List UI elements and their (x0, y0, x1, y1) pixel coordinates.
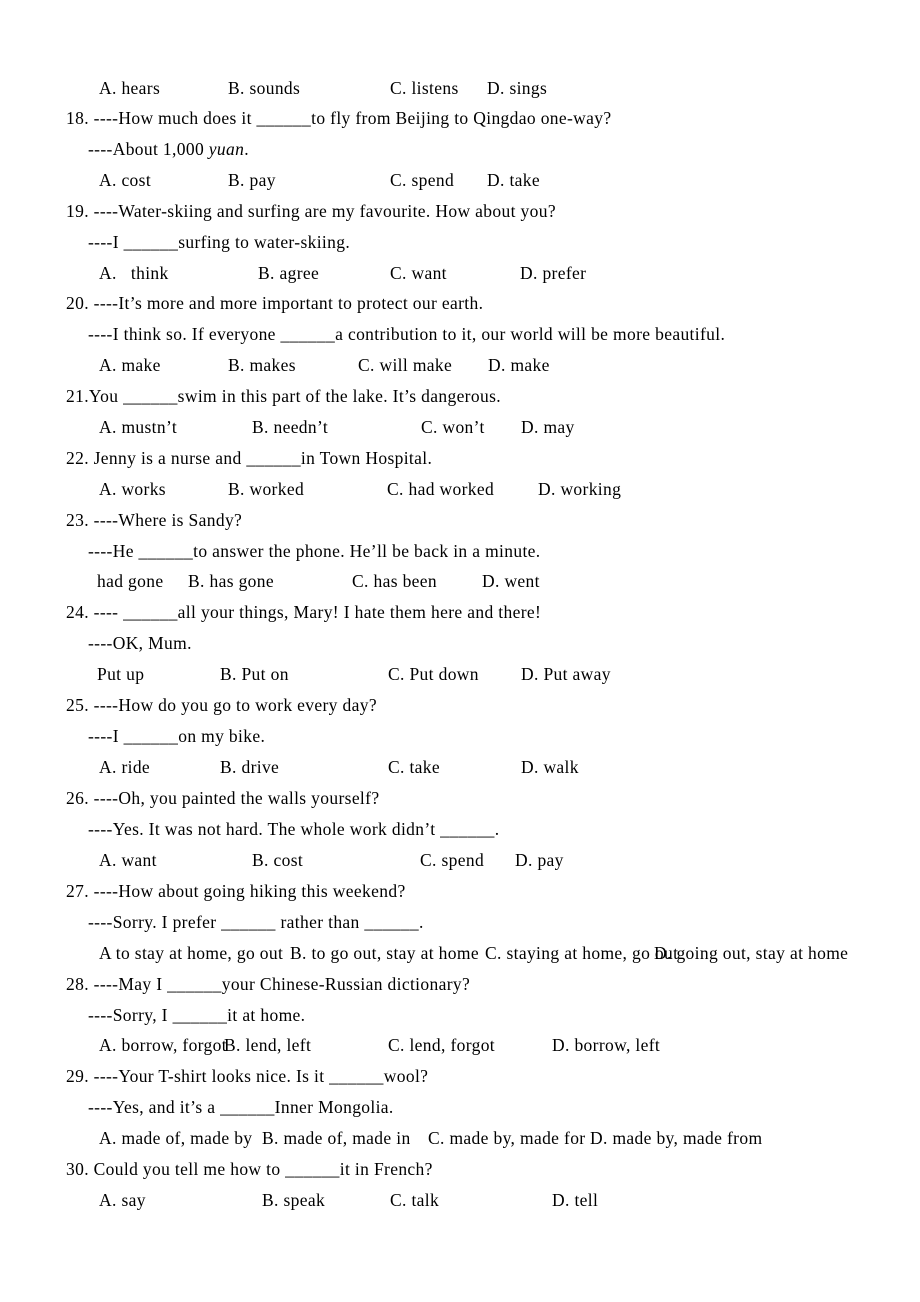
question-stem: 19. ----Water-skiing and surfing are my … (66, 201, 556, 221)
option-row: A. works B. worked C. had worked D. working (0, 479, 920, 499)
answer-option[interactable]: D. made by, made from (590, 1128, 762, 1148)
dialogue-reply: ----I ______surfing to water-skiing. (88, 232, 351, 252)
dialogue-reply: ----About 1,000 yuan. (88, 139, 249, 159)
answer-option[interactable]: A. mustn’t (99, 417, 177, 437)
option-row: A. made of, made by B. made of, made in C.… (0, 1128, 920, 1148)
answer-option[interactable]: A. hears (99, 78, 160, 98)
question-stem: 18. ----How much does it ______to fly fr… (66, 108, 612, 128)
question-stem: 26. ----Oh, you painted the walls yourse… (66, 788, 380, 808)
option-row: A. make B. makes C. will make D. make (0, 355, 920, 375)
answer-option[interactable]: C. will make (358, 355, 452, 375)
option-row: A. think B. agree C. want D. prefer (0, 263, 920, 283)
answer-option[interactable]: B. drive (220, 757, 279, 777)
answer-option[interactable]: D. sings (487, 78, 547, 98)
answer-option[interactable]: A. borrow, forgot (99, 1035, 227, 1055)
answer-option[interactable]: D. prefer (520, 263, 586, 283)
reply-text-before: ----About 1,000 (88, 139, 209, 159)
answer-option[interactable]: A. works (99, 479, 166, 499)
option-row: A. say B. speak C. talk D. tell (0, 1190, 920, 1210)
answer-option[interactable]: D. walk (521, 757, 579, 777)
answer-option[interactable]: D. pay (515, 850, 564, 870)
answer-option[interactable]: B. agree (258, 263, 319, 283)
dialogue-reply: ----Sorry, I ______it at home. (88, 1005, 306, 1025)
worksheet-page: A. hears B. sounds C. listens D. sings 18. -… (0, 0, 920, 1302)
answer-option[interactable]: B. makes (228, 355, 296, 375)
answer-option[interactable]: C. lend, forgot (388, 1035, 495, 1055)
option-row: A. borrow, forgot B. lend, left C. lend, f… (0, 1035, 920, 1055)
answer-option[interactable]: A. think (99, 263, 169, 283)
answer-option[interactable]: B. Put on (220, 664, 289, 684)
dialogue-reply: ----He ______to answer the phone. He’ll … (88, 541, 541, 561)
answer-option[interactable]: B. worked (228, 479, 304, 499)
italic-word: yuan (208, 139, 245, 159)
answer-option[interactable]: Put up (97, 664, 144, 684)
option-row: A. mustn’t B. needn’t C. won’t D. may (0, 417, 920, 437)
answer-option[interactable]: D. Put away (521, 664, 611, 684)
answer-option[interactable]: B. to go out, stay at home (290, 943, 479, 963)
answer-option[interactable]: A. say (99, 1190, 146, 1210)
dialogue-reply: ----I think so. If everyone ______a cont… (88, 324, 726, 344)
answer-option[interactable]: A. want (99, 850, 157, 870)
question-stem: 24. ---- ______all your things, Mary! I … (66, 602, 542, 622)
answer-option[interactable]: B. needn’t (252, 417, 328, 437)
answer-option[interactable]: A. made of, made by (99, 1128, 252, 1148)
option-row: A. hears B. sounds C. listens D. sings (0, 78, 920, 98)
question-stem: 30. Could you tell me how to ______it in… (66, 1159, 433, 1179)
answer-option[interactable]: C. has been (352, 571, 437, 591)
question-stem: 21.You ______swim in this part of the la… (66, 386, 501, 406)
answer-option[interactable]: C. talk (390, 1190, 439, 1210)
answer-option[interactable]: D. make (488, 355, 550, 375)
answer-option[interactable]: D. went (482, 571, 540, 591)
answer-option[interactable]: D. working (538, 479, 621, 499)
answer-option[interactable]: B. lend, left (224, 1035, 311, 1055)
answer-option[interactable]: D. borrow, left (552, 1035, 660, 1055)
question-stem: 27. ----How about going hiking this week… (66, 881, 406, 901)
reply-text-after: . (244, 139, 249, 159)
answer-option[interactable]: C. listens (390, 78, 459, 98)
option-row: A. ride B. drive C. take D. walk (0, 757, 920, 777)
answer-option[interactable]: B. speak (262, 1190, 325, 1210)
answer-option[interactable]: C. won’t (421, 417, 485, 437)
answer-option[interactable]: B. pay (228, 170, 276, 190)
answer-option[interactable]: A. make (99, 355, 161, 375)
question-stem: 25. ----How do you go to work every day? (66, 695, 377, 715)
dialogue-reply: ----Yes. It was not hard. The whole work… (88, 819, 500, 839)
option-row: had gone B. has gone C. has been D. went (0, 571, 920, 591)
answer-option[interactable]: had gone (97, 571, 163, 591)
answer-option[interactable]: C. take (388, 757, 440, 777)
dialogue-reply: ----I ______on my bike. (88, 726, 266, 746)
option-row: A to stay at home, go out B. to go out, s… (0, 943, 920, 963)
question-stem: 29. ----Your T-shirt looks nice. Is it _… (66, 1066, 429, 1086)
answer-option[interactable]: D. tell (552, 1190, 598, 1210)
answer-option[interactable]: D. going out, stay at home (654, 943, 848, 963)
answer-option[interactable]: B. cost (252, 850, 303, 870)
answer-option[interactable]: A to stay at home, go out (99, 943, 283, 963)
question-stem: 28. ----May I ______your Chinese-Russian… (66, 974, 471, 994)
answer-option[interactable]: C. Put down (388, 664, 479, 684)
answer-option[interactable]: C. had worked (387, 479, 494, 499)
answer-option[interactable]: C. staying at home, go out (485, 943, 678, 963)
option-row: A. cost B. pay C. spend D. take (0, 170, 920, 190)
answer-option[interactable]: B. made of, made in (262, 1128, 411, 1148)
question-stem: 20. ----It’s more and more important to … (66, 293, 484, 313)
option-row: A. want B. cost C. spend D. pay (0, 850, 920, 870)
question-stem: 23. ----Where is Sandy? (66, 510, 243, 530)
question-stem: 22. Jenny is a nurse and ______in Town H… (66, 448, 433, 468)
answer-option[interactable]: D. take (487, 170, 540, 190)
dialogue-reply: ----Yes, and it’s a ______Inner Mongolia… (88, 1097, 394, 1117)
answer-option[interactable]: B. sounds (228, 78, 300, 98)
answer-option[interactable]: B. has gone (188, 571, 274, 591)
answer-option[interactable]: C. spend (390, 170, 454, 190)
answer-option[interactable]: D. may (521, 417, 575, 437)
dialogue-reply: ----Sorry. I prefer ______ rather than _… (88, 912, 424, 932)
answer-option[interactable]: C. spend (420, 850, 484, 870)
answer-option[interactable]: C. made by, made for (428, 1128, 586, 1148)
option-row: Put up B. Put on C. Put down D. Put away (0, 664, 920, 684)
answer-option[interactable]: A. ride (99, 757, 150, 777)
answer-option[interactable]: A. cost (99, 170, 151, 190)
dialogue-reply: ----OK, Mum. (88, 633, 192, 653)
answer-option[interactable]: C. want (390, 263, 447, 283)
